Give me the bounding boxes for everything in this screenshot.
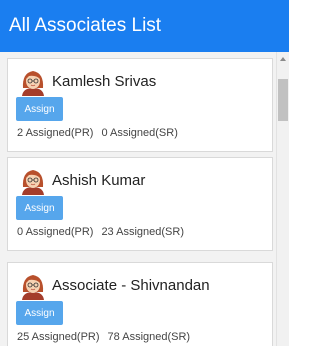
assigned-sr-count: 78 Assigned(SR) (107, 331, 191, 343)
associate-card[interactable]: Ashish Kumar Assign 0 Assigned(PR) 23 Ass… (7, 157, 273, 251)
assigned-sr-count: 0 Assigned(SR) (101, 127, 178, 139)
scroll-up-arrow-icon[interactable] (280, 57, 286, 61)
assign-button[interactable]: Assign (16, 196, 63, 220)
assigned-pr-count: 2 Assigned(PR) (17, 127, 94, 139)
page-title: All Associates List (9, 15, 162, 36)
app-header: All Associates List (0, 0, 289, 52)
assigned-pr-count: 25 Assigned(PR) (17, 331, 100, 343)
female-avatar-icon (22, 275, 44, 300)
scrollbar-thumb[interactable] (278, 79, 288, 121)
associate-card[interactable]: Associate - Shivnandan Assign 25 Assigne… (7, 262, 273, 346)
associate-name: Associate - Shivnandan (52, 277, 210, 294)
female-avatar-icon (22, 71, 44, 96)
assigned-sr-count: 23 Assigned(SR) (101, 226, 184, 238)
associates-list[interactable]: Kamlesh Srivas Assign 2 Assigned(PR) 0 As… (0, 52, 276, 346)
vertical-scrollbar[interactable] (276, 52, 289, 346)
assignment-stats: 25 Assigned(PR) 78 Assigned(SR) (17, 331, 190, 343)
assign-button[interactable]: Assign (16, 301, 63, 325)
assignment-stats: 2 Assigned(PR) 0 Assigned(SR) (17, 127, 178, 139)
associate-name: Ashish Kumar (52, 172, 146, 189)
associate-card[interactable]: Kamlesh Srivas Assign 2 Assigned(PR) 0 As… (7, 58, 273, 152)
associate-name: Kamlesh Srivas (52, 73, 157, 90)
assign-button[interactable]: Assign (16, 97, 63, 121)
female-avatar-icon (22, 170, 44, 195)
assigned-pr-count: 0 Assigned(PR) (17, 226, 94, 238)
assignment-stats: 0 Assigned(PR) 23 Assigned(SR) (17, 226, 184, 238)
